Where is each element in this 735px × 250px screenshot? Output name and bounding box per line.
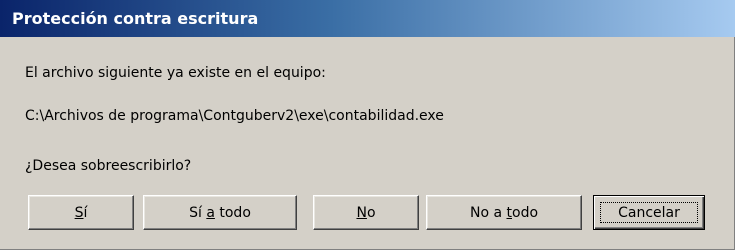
cancel-button-label: Cancelar — [618, 204, 680, 221]
title-bar[interactable]: Protección contra escritura — [0, 0, 735, 37]
question-text: ¿Desea sobreescribirlo? — [25, 158, 192, 174]
no-all-label-post: odo — [512, 204, 539, 221]
file-path-text: C:\Archivos de programa\Contguberv2\exe\… — [25, 108, 444, 124]
yes-button[interactable]: Sí — [28, 195, 134, 230]
overwrite-dialog: Protección contra escritura El archivo s… — [0, 0, 735, 250]
yes-all-label-mnemonic: a — [206, 204, 215, 221]
yes-to-all-button[interactable]: Sí a todo — [143, 195, 297, 230]
no-button[interactable]: No — [313, 195, 419, 230]
no-to-all-button-label: No a t odo — [470, 205, 538, 221]
yes-button-label: Sí — [75, 205, 88, 221]
yes-label-post: í — [83, 204, 88, 221]
dialog-title: Protección contra escritura — [12, 9, 259, 28]
yes-to-all-button-label: Sí a todo — [189, 205, 251, 221]
cancel-button[interactable]: Cancelar — [593, 195, 705, 230]
yes-all-label-pre: Sí — [189, 204, 207, 221]
no-all-label-pre: No a — [469, 204, 507, 221]
no-label-mnemonic: N — [356, 204, 367, 221]
yes-label-mnemonic: S — [74, 204, 84, 221]
message-text: El archivo siguiente ya existe en el equ… — [25, 65, 326, 81]
yes-all-label-post: todo — [214, 204, 251, 221]
no-label-post: o — [366, 204, 376, 221]
no-to-all-button[interactable]: No a t odo — [426, 195, 582, 230]
no-button-label: No — [356, 205, 375, 221]
